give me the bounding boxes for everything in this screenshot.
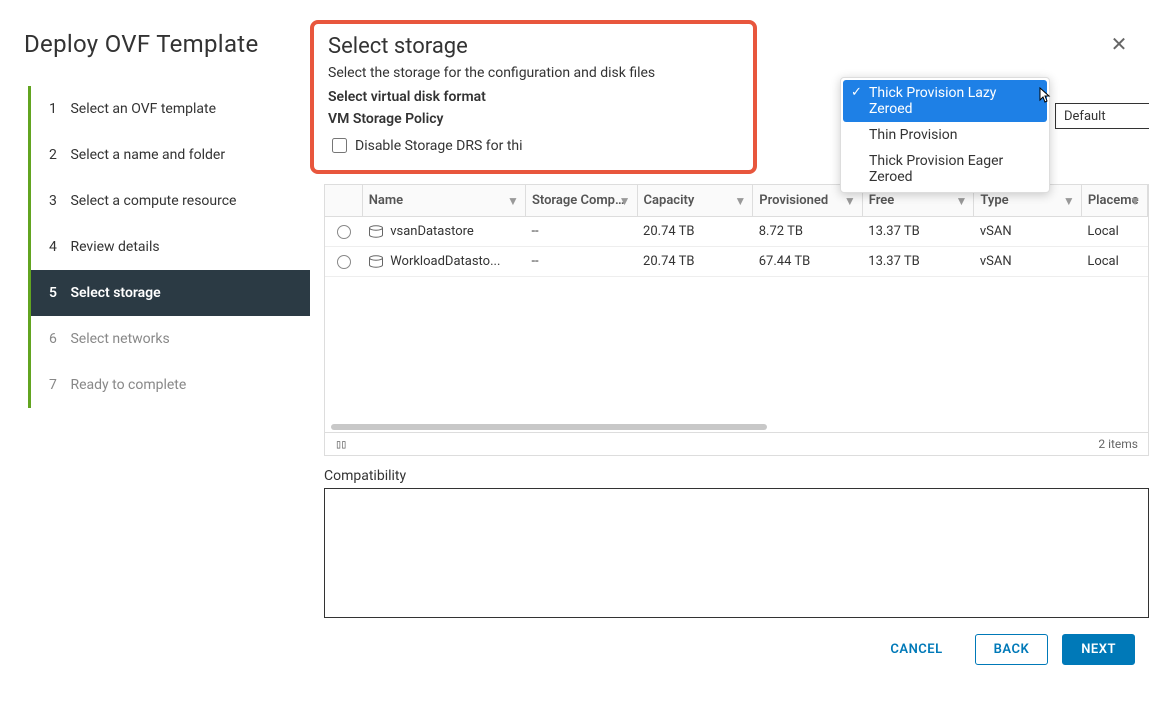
filter-icon[interactable]: ▼ bbox=[734, 194, 746, 208]
cell-compat: -- bbox=[525, 217, 637, 247]
filter-icon[interactable]: ▼ bbox=[507, 194, 519, 208]
disk-format-option-2[interactable]: Thick Provision Eager Zeroed bbox=[843, 148, 1047, 190]
wizard-step-3[interactable]: 3 Select a compute resource bbox=[31, 178, 310, 224]
disk-format-dropdown[interactable]: Thick Provision Lazy ZeroedThin Provisio… bbox=[840, 77, 1050, 193]
cell-capacity: 20.74 TB bbox=[637, 217, 753, 247]
wizard-step-2[interactable]: 2 Select a name and folder bbox=[31, 132, 310, 178]
filter-icon[interactable]: ▼ bbox=[844, 194, 856, 208]
disable-drs-checkbox[interactable] bbox=[332, 138, 347, 153]
disk-format-option-1[interactable]: Thin Provision bbox=[843, 122, 1047, 148]
cell-capacity: 20.74 TB bbox=[637, 247, 753, 277]
wizard-step-1[interactable]: 1 Select an OVF template bbox=[31, 86, 310, 132]
horizontal-scrollbar[interactable] bbox=[325, 422, 1148, 432]
filter-icon[interactable]: ▼ bbox=[955, 194, 967, 208]
cursor-pointer-icon bbox=[1036, 87, 1052, 109]
scroll-thumb[interactable] bbox=[331, 424, 767, 430]
wizard-sidebar: Deploy OVF Template 1 Select an OVF temp… bbox=[0, 0, 310, 705]
wizard-title: Deploy OVF Template bbox=[24, 30, 310, 58]
col-header-7[interactable]: Placeme▼ bbox=[1081, 185, 1147, 217]
datastore-table: Name▼Storage Compatibility▼Capacity▼Prov… bbox=[324, 184, 1149, 277]
next-button[interactable]: NEXT bbox=[1062, 634, 1135, 665]
datastore-icon bbox=[368, 255, 384, 268]
datastore-icon bbox=[368, 225, 384, 238]
back-button[interactable]: BACK bbox=[975, 634, 1049, 665]
cell-placement: Local bbox=[1081, 247, 1147, 277]
cell-provisioned: 67.44 TB bbox=[753, 247, 863, 277]
cell-placement: Local bbox=[1081, 217, 1147, 247]
wizard-step-5[interactable]: 5 Select storage bbox=[28, 270, 310, 316]
table-empty-area bbox=[324, 277, 1149, 432]
highlight-box: Select storage Select the storage for th… bbox=[310, 20, 757, 174]
page-heading: Select storage bbox=[328, 34, 739, 59]
close-icon[interactable]: ✕ bbox=[1109, 34, 1129, 54]
wizard-footer: CANCEL BACK NEXT bbox=[310, 618, 1149, 681]
datastore-name: WorkloadDatasto... bbox=[390, 254, 500, 269]
item-count: 2 items bbox=[1098, 437, 1138, 451]
storage-policy-label: VM Storage Policy bbox=[328, 111, 518, 127]
wizard-step-7: 7 Ready to complete bbox=[31, 362, 310, 408]
table-row[interactable]: vsanDatastore --20.74 TB8.72 TB13.37 TBvS… bbox=[325, 217, 1148, 247]
cell-type: vSAN bbox=[974, 217, 1081, 247]
row-radio[interactable] bbox=[337, 225, 351, 239]
storage-policy-value: Default bbox=[1064, 109, 1106, 124]
main-panel: Select storage Select the storage for th… bbox=[310, 0, 1149, 705]
filter-icon[interactable]: ▼ bbox=[619, 194, 631, 208]
col-header-0[interactable] bbox=[325, 185, 362, 217]
storage-policy-select[interactable]: Default ⌄ bbox=[1055, 103, 1149, 129]
col-header-1[interactable]: Name▼ bbox=[362, 185, 525, 217]
page-subtitle: Select the storage for the configuration… bbox=[328, 65, 739, 81]
column-picker-icon[interactable]: ▯▯ bbox=[335, 437, 345, 451]
cell-provisioned: 8.72 TB bbox=[753, 217, 863, 247]
wizard-step-4[interactable]: 4 Review details bbox=[31, 224, 310, 270]
compatibility-label: Compatibility bbox=[324, 468, 1149, 484]
col-header-2[interactable]: Storage Compatibility▼ bbox=[525, 185, 637, 217]
filter-icon[interactable]: ▼ bbox=[1063, 194, 1075, 208]
compatibility-box bbox=[324, 488, 1149, 618]
cell-compat: -- bbox=[525, 247, 637, 277]
datastore-name: vsanDatastore bbox=[390, 224, 474, 239]
cancel-button[interactable]: CANCEL bbox=[872, 635, 960, 664]
wizard-steps: 1 Select an OVF template2 Select a name … bbox=[28, 86, 310, 408]
cell-free: 13.37 TB bbox=[862, 217, 974, 247]
table-status-bar: ▯▯ 2 items bbox=[324, 432, 1149, 456]
wizard-step-6: 6 Select networks bbox=[31, 316, 310, 362]
col-header-3[interactable]: Capacity▼ bbox=[637, 185, 753, 217]
table-row[interactable]: WorkloadDatasto... --20.74 TB67.44 TB13.3… bbox=[325, 247, 1148, 277]
filter-icon[interactable]: ▼ bbox=[1129, 194, 1141, 208]
cell-free: 13.37 TB bbox=[862, 247, 974, 277]
row-radio[interactable] bbox=[337, 255, 351, 269]
disk-format-label: Select virtual disk format bbox=[328, 89, 518, 105]
disk-format-option-0[interactable]: Thick Provision Lazy Zeroed bbox=[843, 80, 1047, 122]
cell-type: vSAN bbox=[974, 247, 1081, 277]
disable-drs-label: Disable Storage DRS for thi bbox=[355, 138, 523, 154]
